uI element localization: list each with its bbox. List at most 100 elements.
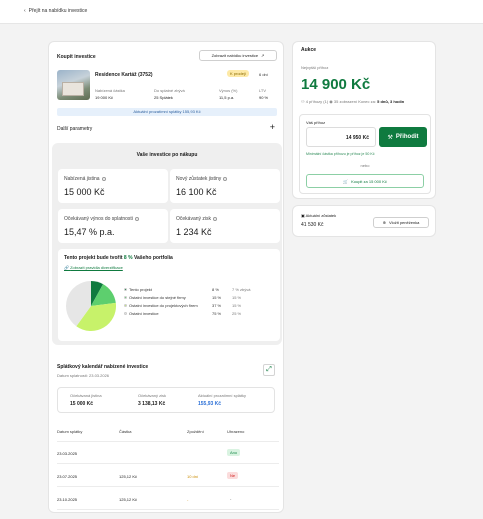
table-row: 23.03.2025 Ano	[57, 442, 279, 464]
offer-price-value: 19 000 Kč	[95, 95, 114, 100]
deposit-button[interactable]: ⊕ Vložit peněženka	[373, 217, 429, 228]
stat-label: Nabízená jistina	[64, 176, 100, 182]
legend-swatch	[124, 288, 127, 292]
installments-value: 25 Splátek	[154, 95, 173, 100]
bid-box: Váš příhoz 14 950 Kč ⚒ Přihodit Minimáln…	[299, 114, 431, 194]
stat-value: 1 234 Kč	[176, 227, 212, 237]
summary-box-label: Aktuální prozatímní splátky	[198, 393, 247, 398]
chevron-left-icon: ‹	[24, 8, 26, 14]
ltv-label: LTV	[259, 88, 267, 93]
summary-box-label: Očekávaný zisk	[138, 393, 167, 398]
best-bid-value: 14 900 Kč	[301, 76, 371, 93]
balance-value: 41 530 Kč	[301, 222, 324, 228]
stat-card: Nabízená jistina 15 000 Kč	[58, 169, 168, 203]
ltv-value: 90 %	[259, 95, 269, 100]
paid-badge: Ano	[227, 449, 241, 456]
column-header: Částka	[119, 429, 132, 434]
summary-box-value: 3 138,13 Kč	[138, 401, 166, 407]
yield-value: 11,5 p.a.	[219, 95, 235, 100]
column-header: Uhrazeno	[227, 429, 245, 434]
summary-box-value: 15 000 Kč	[70, 401, 94, 407]
cart-icon: 🛒	[343, 178, 349, 184]
bid-input[interactable]: 14 950 Kč	[306, 127, 376, 147]
legend-item: Ostatní investice do projektových firem 3…	[124, 303, 274, 308]
stat-value: 16 100 Kč	[176, 187, 217, 197]
row-date: 23.07.2025	[57, 474, 78, 479]
info-icon[interactable]	[101, 176, 106, 181]
buy-now-button[interactable]: 🛒 Koupit za 15 000 Kč	[306, 174, 424, 188]
yield-label: Výnos (%)	[219, 88, 238, 93]
bid-hint: Minimální částka příhozu je příhoz je 50…	[306, 152, 375, 156]
stat-label: Očekávaný výnos do splatnosti	[64, 216, 133, 222]
bid-input-label: Váš příhoz	[306, 120, 326, 125]
table-header: Datum splátky Částka Zpoždění Uhrazeno	[57, 420, 279, 442]
best-bid-label: Nejvyšší příhoz	[301, 65, 329, 70]
stat-card: Očekávaný výnos do splatnosti 15,47 % p.…	[58, 209, 168, 243]
calendar-summary: Očekávaná jistina 15 000 Kč Očekávaný zi…	[57, 387, 275, 413]
legend-item: Tento projekt 8 % 7 % zbývá	[124, 287, 274, 292]
diversification-title: Tento projekt bude tvořit 8 % Vašeho por…	[64, 255, 173, 261]
info-icon[interactable]	[213, 216, 218, 221]
table-row: 23.10.2025 125,12 Kč - -	[57, 488, 279, 510]
legend-swatch	[124, 312, 127, 316]
row-amount: 125,12 Kč	[119, 474, 138, 479]
property-name[interactable]: Residence Kartáž (3752)	[95, 72, 153, 78]
building-shape	[62, 82, 84, 96]
top-bar: ‹ Přejít na nabídku investice	[0, 0, 483, 24]
calendar-title: Splátkový kalendář nabízené investice	[57, 364, 149, 370]
stat-card: Očekávaný zisk 1 234 Kč	[170, 209, 280, 243]
wallet-icon: ▣	[301, 213, 305, 218]
purchase-card: Koupit investice Zobrazit nabídku invest…	[48, 41, 284, 513]
legend-value: 15 %	[212, 295, 222, 300]
summary-box-value: 155,93 Kč	[198, 401, 222, 407]
legend-value: 8 %	[212, 287, 219, 292]
legend-value: 7 % zbývá	[232, 287, 251, 292]
bid-button[interactable]: ⚒ Přihodit	[379, 127, 427, 147]
legend-label: Tento projekt	[129, 287, 152, 292]
back-link[interactable]: ‹ Přejít na nabídku investice	[24, 8, 87, 14]
auction-title: Aukce	[301, 47, 317, 53]
legend-swatch	[124, 296, 127, 300]
summary-title: Vaše investice po nákupu	[136, 152, 198, 158]
row-date: 23.10.2025	[57, 497, 78, 502]
legend-swatch	[124, 304, 127, 308]
remaining-days: 6 dní	[259, 72, 268, 77]
offer-price-label: Nabízená částka	[95, 88, 125, 93]
link-icon: 🔗	[64, 265, 69, 270]
installments-label: Do splatné zbývá	[154, 88, 185, 93]
stat-label: Nový zůstatek jistiny	[176, 176, 222, 182]
legend-value: 15 %	[232, 295, 242, 300]
gavel-icon: ⚒	[387, 134, 393, 141]
plus-icon: +	[269, 122, 275, 132]
expand-icon[interactable]: ⤢	[263, 364, 275, 376]
external-link-icon: ↗	[261, 53, 265, 58]
legend-value: 37 %	[212, 303, 222, 308]
legend-item: Ostatní investice do stejné firmy 15 % 15 …	[124, 295, 274, 300]
balance-label: ▣ Aktuální zůstatek	[301, 213, 337, 218]
more-parameters-toggle[interactable]: Další parametry +	[57, 121, 277, 137]
stat-value: 15,47 % p.a.	[64, 227, 115, 237]
row-amount: 125,12 Kč	[119, 497, 138, 502]
balance-card: ▣ Aktuální zůstatek 41 530 Kč ⊕ Vložit p…	[292, 205, 436, 237]
stat-value: 15 000 Kč	[64, 187, 105, 197]
legend-label: Ostatní investice do stejné firmy	[129, 295, 186, 300]
legend-item: Ostatní investice 75 % 25 %	[124, 311, 274, 316]
diversification-box: Tento projekt bude tvořit 8 % Vašeho por…	[58, 249, 280, 341]
legend-value: 75 %	[212, 311, 222, 316]
auction-card: Aukce Nejvyšší příhoz 14 900 Kč ⚇ 4 příh…	[292, 41, 436, 199]
eye-icon: ◉	[329, 99, 333, 104]
info-icon[interactable]	[134, 216, 139, 221]
diversification-link[interactable]: 🔗 Zobrazit pravidla diverzifikace	[64, 265, 123, 270]
auction-meta: ⚇ 4 příhozy (1) ◉ 35 zobrazení Konec za:…	[301, 99, 405, 104]
stat-label: Očekávaný zisk	[176, 216, 212, 222]
or-divider: nebo	[360, 163, 370, 168]
user-icon: ⚇	[301, 99, 305, 104]
table-row: 23.07.2025 125,12 Kč 10 dní Ne	[57, 465, 279, 487]
compare-button[interactable]: Zobrazit nabídku investice ↗	[199, 50, 277, 61]
legend-value: 15 %	[232, 303, 242, 308]
info-icon[interactable]	[223, 176, 228, 181]
paid-badge: Ne	[227, 472, 239, 479]
paid-badge: -	[230, 496, 232, 501]
property-photo	[57, 70, 90, 100]
row-date: 23.03.2025	[57, 451, 78, 456]
